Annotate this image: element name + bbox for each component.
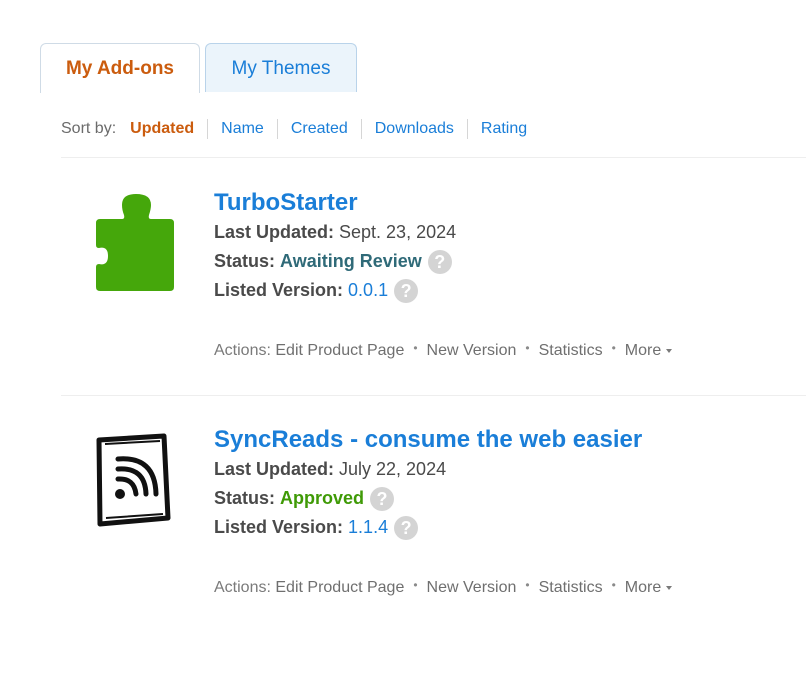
help-icon[interactable]: ? (427, 249, 452, 274)
edit-product-page-link[interactable]: Edit Product Page (275, 342, 404, 360)
last-updated-line: Last Updated: Sept. 23, 2024 (214, 218, 456, 247)
tab-my-addons[interactable]: My Add-ons (40, 43, 200, 93)
version-line: Listed Version: 1.1.4 ? (214, 513, 642, 542)
action-separator: • (525, 578, 530, 592)
status-line: Status: Awaiting Review ? (214, 247, 456, 276)
last-updated-label: Last Updated: (214, 222, 335, 242)
actions-label: Actions: (214, 342, 271, 359)
page: My Add-ons My Themes Sort by: Updated Na… (0, 0, 806, 677)
puzzle-piece-icon[interactable] (94, 193, 176, 293)
addon-info: TurboStarter Last Updated: Sept. 23, 202… (214, 188, 456, 305)
status-value: Awaiting Review (280, 251, 422, 271)
addon-title-link[interactable]: SyncReads - consume the web easier (214, 425, 642, 455)
status-value: Approved (280, 488, 365, 508)
more-dropdown[interactable]: More (624, 579, 673, 597)
edit-product-page-link[interactable]: Edit Product Page (275, 579, 404, 597)
actions-bar: Actions: Edit Product Page • New Version… (214, 341, 673, 360)
statistics-link[interactable]: Statistics (539, 579, 603, 597)
addon-info: SyncReads - consume the web easier Last … (214, 425, 642, 542)
rss-feed-icon[interactable] (94, 432, 176, 532)
addon-title-link[interactable]: TurboStarter (214, 188, 456, 218)
version-label: Listed Version: (214, 280, 344, 300)
version-line: Listed Version: 0.0.1 ? (214, 276, 456, 305)
last-updated-line: Last Updated: July 22, 2024 (214, 455, 642, 484)
caret-down-icon (666, 349, 673, 353)
sort-bar: Sort by: Updated Name Created Downloads … (61, 118, 540, 140)
sort-option-name[interactable]: Name (207, 119, 277, 139)
sort-option-downloads[interactable]: Downloads (360, 119, 467, 139)
last-updated-value: Sept. 23, 2024 (339, 222, 457, 242)
version-link[interactable]: 1.1.4 (348, 513, 388, 542)
status-line: Status: Approved ? (214, 484, 642, 513)
sort-option-rating[interactable]: Rating (466, 119, 540, 139)
status-label: Status: (214, 251, 276, 271)
action-separator: • (413, 341, 418, 355)
sort-label: Sort by: (61, 120, 117, 137)
help-icon[interactable]: ? (394, 515, 419, 540)
action-separator: • (611, 578, 616, 592)
help-icon[interactable]: ? (370, 486, 395, 511)
version-label: Listed Version: (214, 517, 344, 537)
more-dropdown[interactable]: More (624, 342, 673, 360)
more-label: More (624, 579, 662, 596)
new-version-link[interactable]: New Version (427, 579, 517, 597)
action-separator: • (413, 578, 418, 592)
more-label: More (624, 342, 662, 359)
last-updated-label: Last Updated: (214, 459, 335, 479)
caret-down-icon (666, 586, 673, 590)
version-link[interactable]: 0.0.1 (348, 276, 388, 305)
sort-option-created[interactable]: Created (276, 119, 361, 139)
help-icon[interactable]: ? (394, 278, 419, 303)
sort-option-updated[interactable]: Updated (130, 119, 207, 139)
new-version-link[interactable]: New Version (427, 342, 517, 360)
action-separator: • (525, 341, 530, 355)
actions-label: Actions: (214, 579, 271, 596)
actions-bar: Actions: Edit Product Page • New Version… (214, 578, 673, 597)
action-separator: • (611, 341, 616, 355)
divider (61, 395, 806, 396)
divider (61, 157, 806, 158)
last-updated-value: July 22, 2024 (339, 459, 447, 479)
tab-my-themes[interactable]: My Themes (205, 43, 357, 92)
statistics-link[interactable]: Statistics (539, 342, 603, 360)
status-label: Status: (214, 488, 276, 508)
